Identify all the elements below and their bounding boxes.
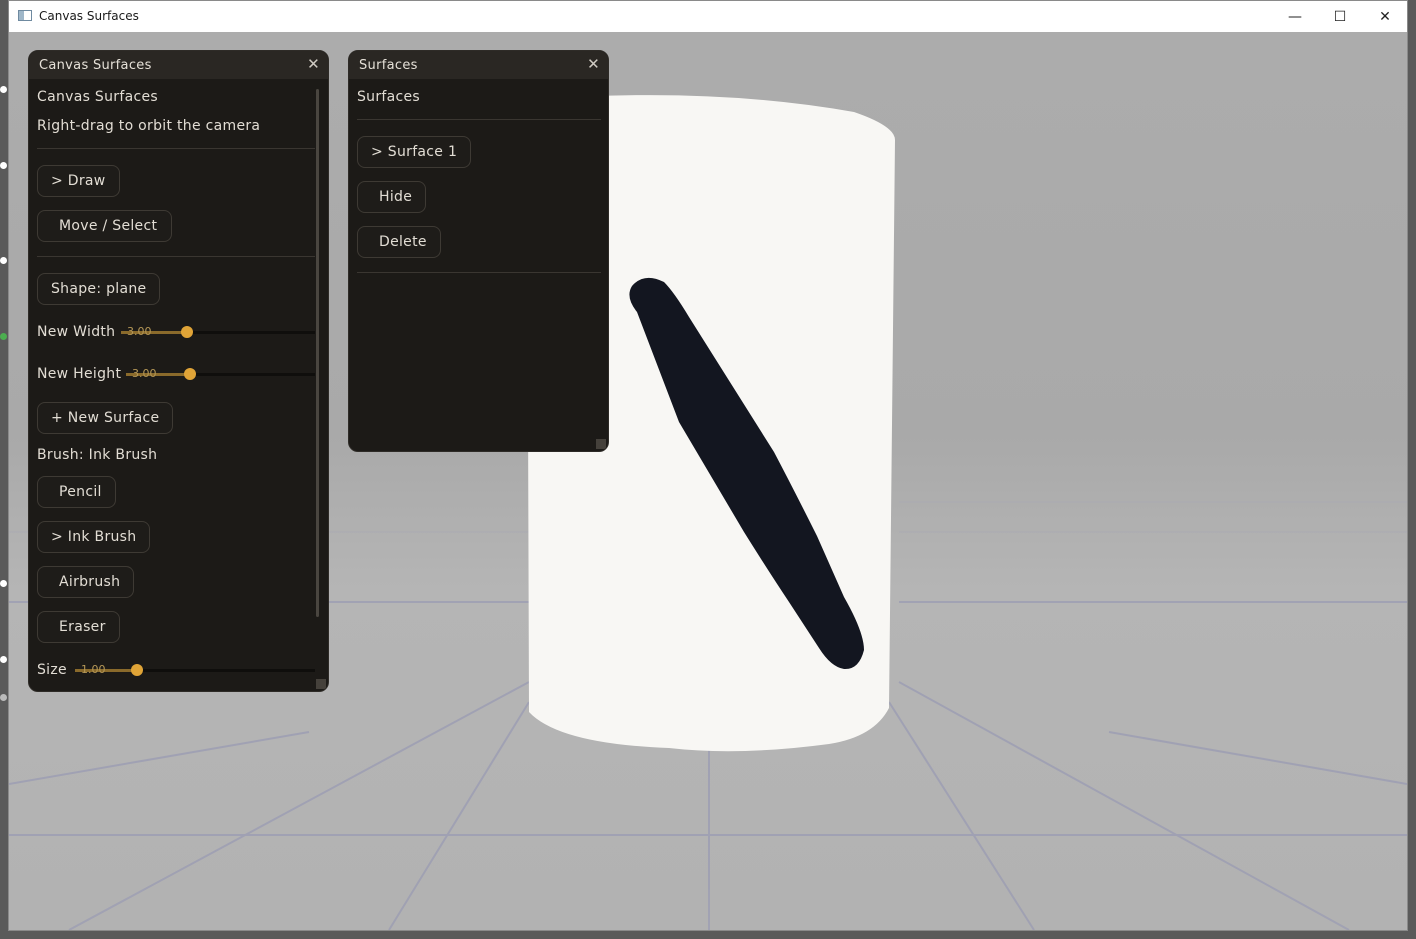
- slider-value: 3.00: [132, 367, 157, 380]
- hint-text: Right-drag to orbit the camera: [37, 118, 261, 134]
- new-width-label: New Width: [37, 324, 116, 340]
- panel-title: Canvas Surfaces: [39, 57, 152, 73]
- panel-heading: Canvas Surfaces: [37, 89, 158, 105]
- brush-eraser-button[interactable]: Eraser: [37, 611, 120, 643]
- brush-label: Brush: Ink Brush: [37, 447, 158, 463]
- close-icon[interactable]: ✕: [307, 55, 320, 73]
- size-slider[interactable]: 1.00: [75, 660, 315, 680]
- close-icon[interactable]: ✕: [587, 55, 600, 73]
- title-bar[interactable]: Canvas Surfaces — ☐ ✕: [9, 1, 1407, 32]
- new-width-slider[interactable]: 3.00: [121, 322, 315, 342]
- resize-grip[interactable]: [596, 439, 606, 449]
- new-height-slider[interactable]: 3.00: [126, 364, 315, 384]
- slider-knob[interactable]: [131, 664, 143, 676]
- resize-grip[interactable]: [316, 679, 326, 689]
- scrollbar[interactable]: [316, 89, 319, 617]
- draw-mode-button[interactable]: > Draw: [37, 165, 120, 197]
- panel-header[interactable]: Canvas Surfaces ✕: [29, 51, 328, 79]
- minimize-button[interactable]: —: [1272, 1, 1318, 32]
- hide-button[interactable]: Hide: [357, 181, 427, 213]
- new-surface-button[interactable]: + New Surface: [37, 402, 174, 434]
- slider-value: 3.00: [127, 325, 152, 338]
- edge-marker: [0, 86, 7, 93]
- size-label: Size: [37, 662, 67, 678]
- panel-header[interactable]: Surfaces ✕: [349, 51, 608, 79]
- maximize-button[interactable]: ☐: [1317, 1, 1363, 32]
- divider: [37, 148, 315, 149]
- edge-marker: [0, 257, 7, 264]
- edge-marker: [0, 694, 7, 701]
- edge-marker: [0, 656, 7, 663]
- brush-pencil-button[interactable]: Pencil: [37, 476, 116, 508]
- surface-item-1[interactable]: > Surface 1: [357, 136, 472, 168]
- delete-button[interactable]: Delete: [357, 226, 441, 258]
- window-title: Canvas Surfaces: [39, 9, 139, 23]
- close-button[interactable]: ✕: [1362, 1, 1407, 32]
- slider-knob[interactable]: [184, 368, 196, 380]
- app-icon: [18, 10, 32, 21]
- panel-title: Surfaces: [359, 57, 418, 73]
- divider: [357, 272, 601, 273]
- slider-knob[interactable]: [181, 326, 193, 338]
- brush-ink-button[interactable]: > Ink Brush: [37, 521, 151, 553]
- slider-value: 1.00: [81, 663, 106, 676]
- canvas-surfaces-panel: Canvas Surfaces ✕ Canvas Surfaces Right-…: [28, 50, 329, 692]
- surfaces-panel: Surfaces ✕ Surfaces > Surface 1 Hide Del…: [348, 50, 609, 452]
- divider: [37, 256, 315, 257]
- app-window: Canvas Surfaces — ☐ ✕ Canvas Surfaces ✕ …: [8, 0, 1408, 931]
- move-select-button[interactable]: Move / Select: [37, 210, 173, 242]
- edge-marker: [0, 333, 7, 340]
- edge-marker: [0, 162, 7, 169]
- panel-heading: Surfaces: [357, 89, 421, 105]
- shape-button[interactable]: Shape: plane: [37, 273, 161, 305]
- divider: [357, 119, 601, 120]
- brush-airbrush-button[interactable]: Airbrush: [37, 566, 135, 598]
- new-height-label: New Height: [37, 366, 122, 382]
- edge-marker: [0, 580, 7, 587]
